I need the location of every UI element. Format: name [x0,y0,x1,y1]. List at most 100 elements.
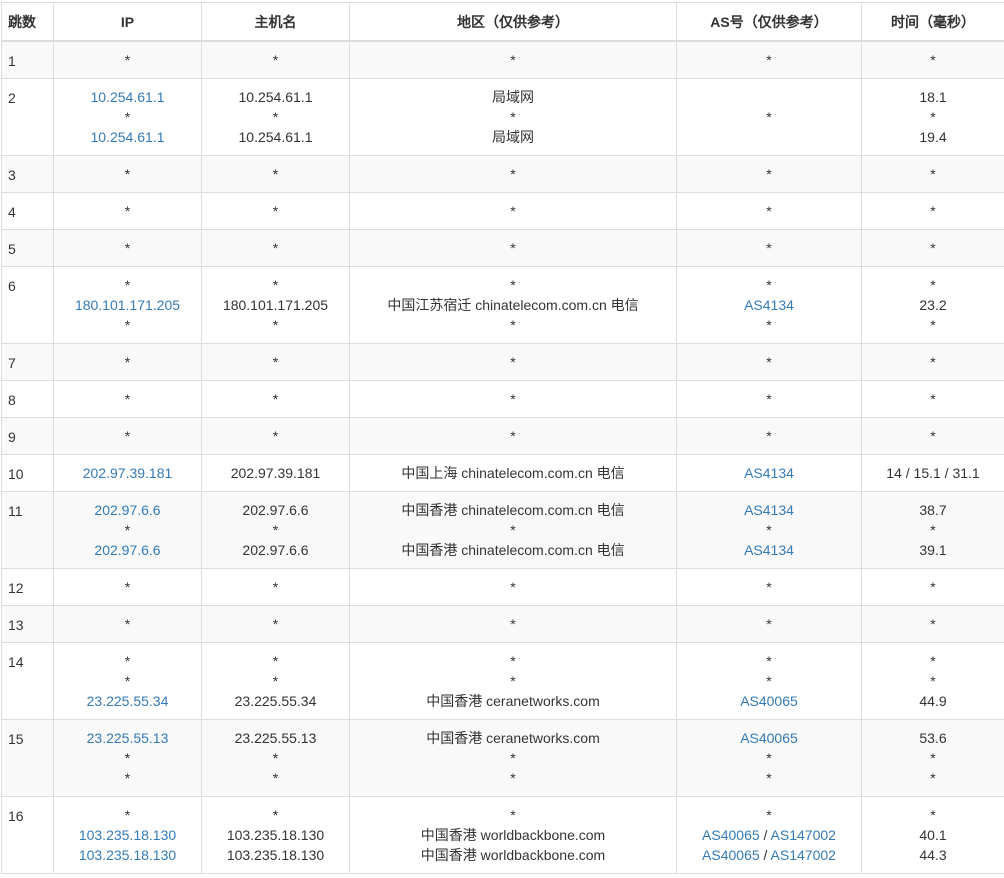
asn-cell: * [677,229,862,266]
ip-cell: 202.97.39.181 [54,454,202,491]
region-cell-line: 中国香港 worldbackbone.com [356,825,670,845]
ip-cell-line: * [60,426,195,446]
region-cell: *中国江苏宿迁 chinatelecom.com.cn 电信* [350,266,677,343]
ip-cell-line: * [60,748,195,768]
asn-line: * [683,389,855,409]
region-cell: * [350,192,677,229]
table-row: 7***** [2,343,1004,380]
asn-cell: * [677,568,862,605]
hostname-cell-line: * [208,352,343,372]
header-time: 时间（毫秒） [862,3,1004,42]
table-row: 10202.97.39.181202.97.39.181中国上海 chinate… [2,454,1004,491]
ip-link[interactable]: 180.101.171.205 [60,295,195,315]
hostname-cell-line: 23.225.55.13 [208,728,343,748]
ip-link[interactable]: 202.97.39.181 [60,463,195,483]
ip-cell: 202.97.6.6*202.97.6.6 [54,491,202,568]
hostname-cell: 10.254.61.1*10.254.61.1 [202,78,350,155]
ip-link[interactable]: 202.97.6.6 [60,500,195,520]
region-cell-line: * [356,352,670,372]
asn-value: * [766,391,771,407]
asn-line: * [683,50,855,70]
asn-cell: * [677,343,862,380]
asn-line: AS40065 / AS147002 [683,845,855,865]
hostname-cell-line: 103.235.18.130 [208,845,343,865]
time-cell-line: * [868,238,998,258]
asn-link[interactable]: AS4134 [744,542,794,558]
ip-link[interactable]: 103.235.18.130 [60,845,195,865]
asn-line: * [683,614,855,634]
hostname-cell: *180.101.171.205* [202,266,350,343]
hostname-cell-line: 23.225.55.34 [208,691,343,711]
region-cell-line: 中国香港 worldbackbone.com [356,845,670,865]
ip-cell: 10.254.61.1*10.254.61.1 [54,78,202,155]
time-cell-line: * [868,50,998,70]
ip-cell-line: * [60,275,195,295]
region-cell: * [350,155,677,192]
asn-link[interactable]: AS4134 [744,465,794,481]
time-cell-line: * [868,614,998,634]
time-cell: * [862,568,1004,605]
time-cell: 53.6** [862,719,1004,796]
hostname-cell: * [202,417,350,454]
asn-link[interactable]: AS40065 [740,693,798,709]
asn-link[interactable]: AS40065 [702,847,760,863]
asn-link[interactable]: AS147002 [771,827,836,843]
time-cell-line: * [868,352,998,372]
time-cell-line: * [868,389,998,409]
region-cell-line: * [356,389,670,409]
ip-link[interactable]: 23.225.55.34 [60,691,195,711]
hostname-cell-line: * [208,671,343,691]
ip-link[interactable]: 202.97.6.6 [60,540,195,560]
region-cell-line: * [356,107,670,127]
ip-cell: * [54,343,202,380]
ip-cell-line: * [60,768,195,788]
time-cell: * [862,380,1004,417]
time-cell-line: * [868,164,998,184]
hostname-cell: * [202,155,350,192]
time-cell: * [862,605,1004,642]
asn-link[interactable]: AS4134 [744,297,794,313]
asn-value: * [766,653,771,669]
ip-link[interactable]: 23.225.55.13 [60,728,195,748]
region-cell-line: * [356,238,670,258]
ip-link[interactable]: 103.235.18.130 [60,825,195,845]
time-cell-line: 53.6 [868,728,998,748]
asn-cell: * [677,605,862,642]
asn-value: * [766,807,771,823]
asn-line: * [683,768,855,788]
asn-link[interactable]: AS40065 [740,730,798,746]
ip-link[interactable]: 10.254.61.1 [60,127,195,147]
asn-link[interactable]: AS147002 [771,847,836,863]
asn-line: AS4134 [683,295,855,315]
hostname-cell: * [202,605,350,642]
asn-line: * [683,201,855,221]
time-cell-line: 14 / 15.1 / 31.1 [868,463,998,483]
hostname-cell: * [202,192,350,229]
asn-line: * [683,164,855,184]
hop-cell: 9 [2,417,54,454]
ip-cell: * [54,192,202,229]
hostname-cell-line: 202.97.6.6 [208,540,343,560]
hop-cell: 11 [2,491,54,568]
region-cell: *中国香港 worldbackbone.com中国香港 worldbackbon… [350,796,677,873]
ip-link[interactable]: 10.254.61.1 [60,87,195,107]
region-cell: 中国香港 chinatelecom.com.cn 电信*中国香港 chinate… [350,491,677,568]
asn-line: AS4134 [683,540,855,560]
asn-cell: * [677,417,862,454]
time-cell-line: 19.4 [868,127,998,147]
time-cell-line: * [868,768,998,788]
table-row: 13***** [2,605,1004,642]
asn-line: AS40065 [683,728,855,748]
hop-cell: 5 [2,229,54,266]
time-cell: * [862,229,1004,266]
region-cell-line: 中国香港 ceranetworks.com [356,691,670,711]
asn-link[interactable]: AS4134 [744,502,794,518]
header-ip: IP [54,3,202,42]
table-row: 210.254.61.1*10.254.61.110.254.61.1*10.2… [2,78,1004,155]
asn-link[interactable]: AS40065 [702,827,760,843]
hostname-cell-line: * [208,389,343,409]
ip-cell-line: * [60,315,195,335]
ip-cell: * [54,568,202,605]
asn-line: AS40065 [683,691,855,711]
table-row: 8***** [2,380,1004,417]
